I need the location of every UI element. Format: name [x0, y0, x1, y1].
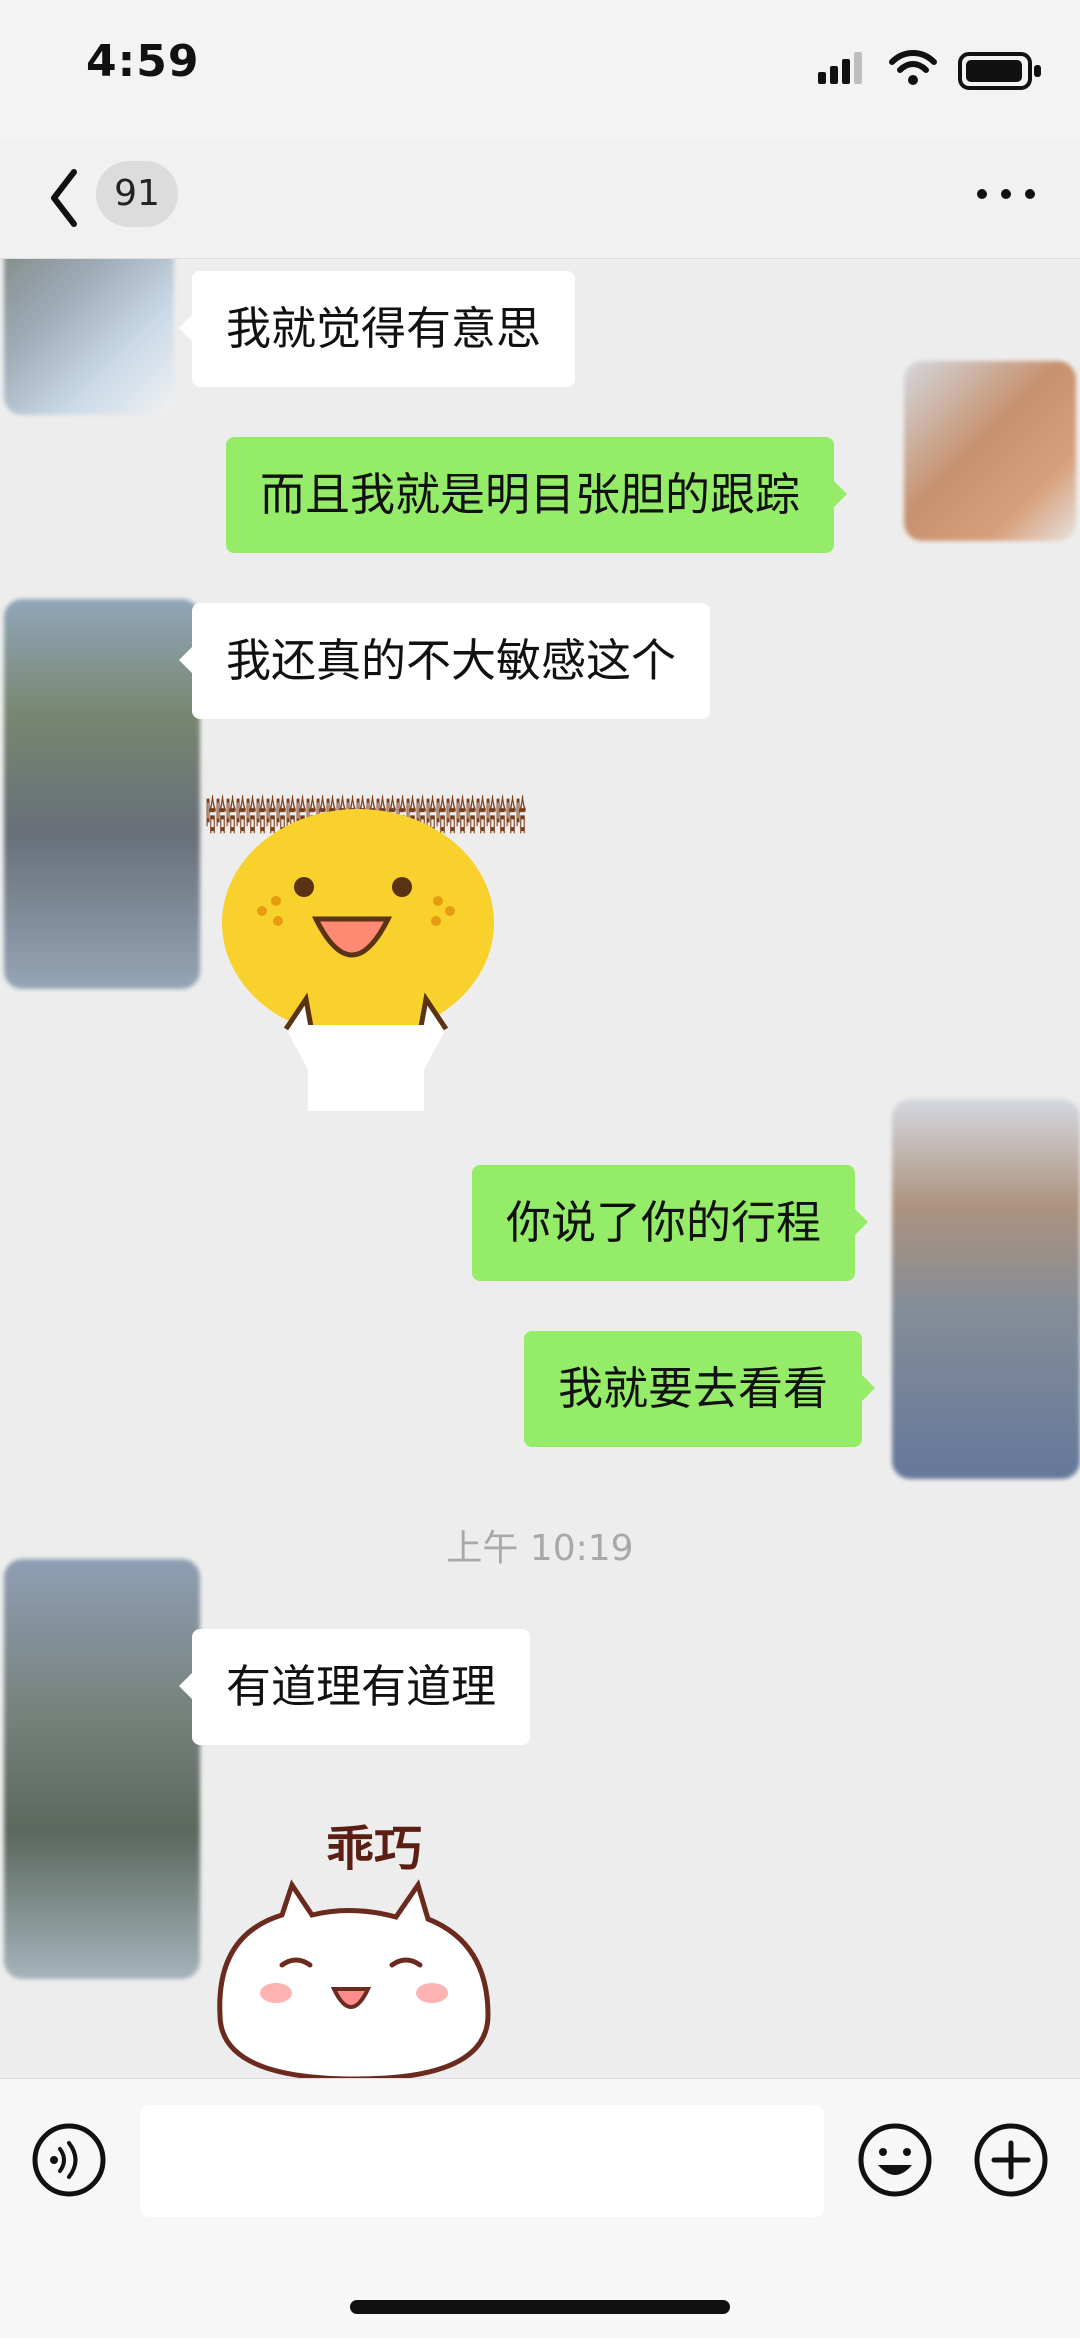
unread-count-badge[interactable]: 91: [96, 161, 178, 227]
chat-header: 91: [0, 140, 1080, 259]
message-timestamp: 上午 10:19: [446, 1528, 634, 1569]
sticker-text: 乖巧: [326, 1821, 422, 1877]
avatar-blurred: [4, 599, 200, 989]
avatar-blurred: [4, 1559, 200, 1979]
avatar-blurred: [4, 259, 174, 415]
avatar-blurred: [904, 361, 1076, 541]
chat-message-list: 我就觉得有意思 而且我就是明目张胆的跟踪 我还真的不大敏感这个 哈哈哈哈哈哈哈哈…: [0, 259, 1080, 2079]
incoming-message-bubble[interactable]: 有道理有道理: [178, 1629, 531, 1745]
status-icons: [818, 50, 1041, 90]
plus-icon[interactable]: [972, 2121, 1050, 2199]
status-time: 4:59: [86, 36, 200, 87]
incoming-message-bubble[interactable]: 我还真的不大敏感这个: [178, 603, 711, 719]
wifi-icon: [889, 50, 937, 85]
cat-sticker[interactable]: 乖巧: [196, 1795, 536, 2079]
more-horizontal-icon[interactable]: [970, 168, 1042, 220]
back-chevron-icon[interactable]: [38, 160, 102, 236]
incoming-message-bubble[interactable]: 我就觉得有意思: [178, 271, 576, 387]
home-indicator[interactable]: [350, 2300, 730, 2314]
outgoing-message-bubble[interactable]: 你说了你的行程: [472, 1165, 869, 1281]
status-bar: 4:59: [0, 0, 1080, 140]
message-input[interactable]: [140, 2105, 824, 2217]
signal-icon: [818, 52, 862, 84]
battery-icon: [958, 52, 1041, 90]
voice-icon[interactable]: [30, 2121, 108, 2199]
outgoing-message-bubble[interactable]: 我就要去看看: [524, 1331, 876, 1447]
emoji-icon[interactable]: [856, 2121, 934, 2199]
outgoing-message-bubble[interactable]: 而且我就是明目张胆的跟踪: [226, 437, 848, 553]
laughing-emoji-sticker[interactable]: 哈哈哈哈哈哈哈哈哈哈哈哈哈哈哈哈哈哈哈哈哈哈哈哈哈哈哈哈哈哈哈哈: [196, 779, 536, 1119]
avatar-blurred: [892, 1099, 1080, 1479]
input-toolbar: [0, 2078, 1080, 2338]
